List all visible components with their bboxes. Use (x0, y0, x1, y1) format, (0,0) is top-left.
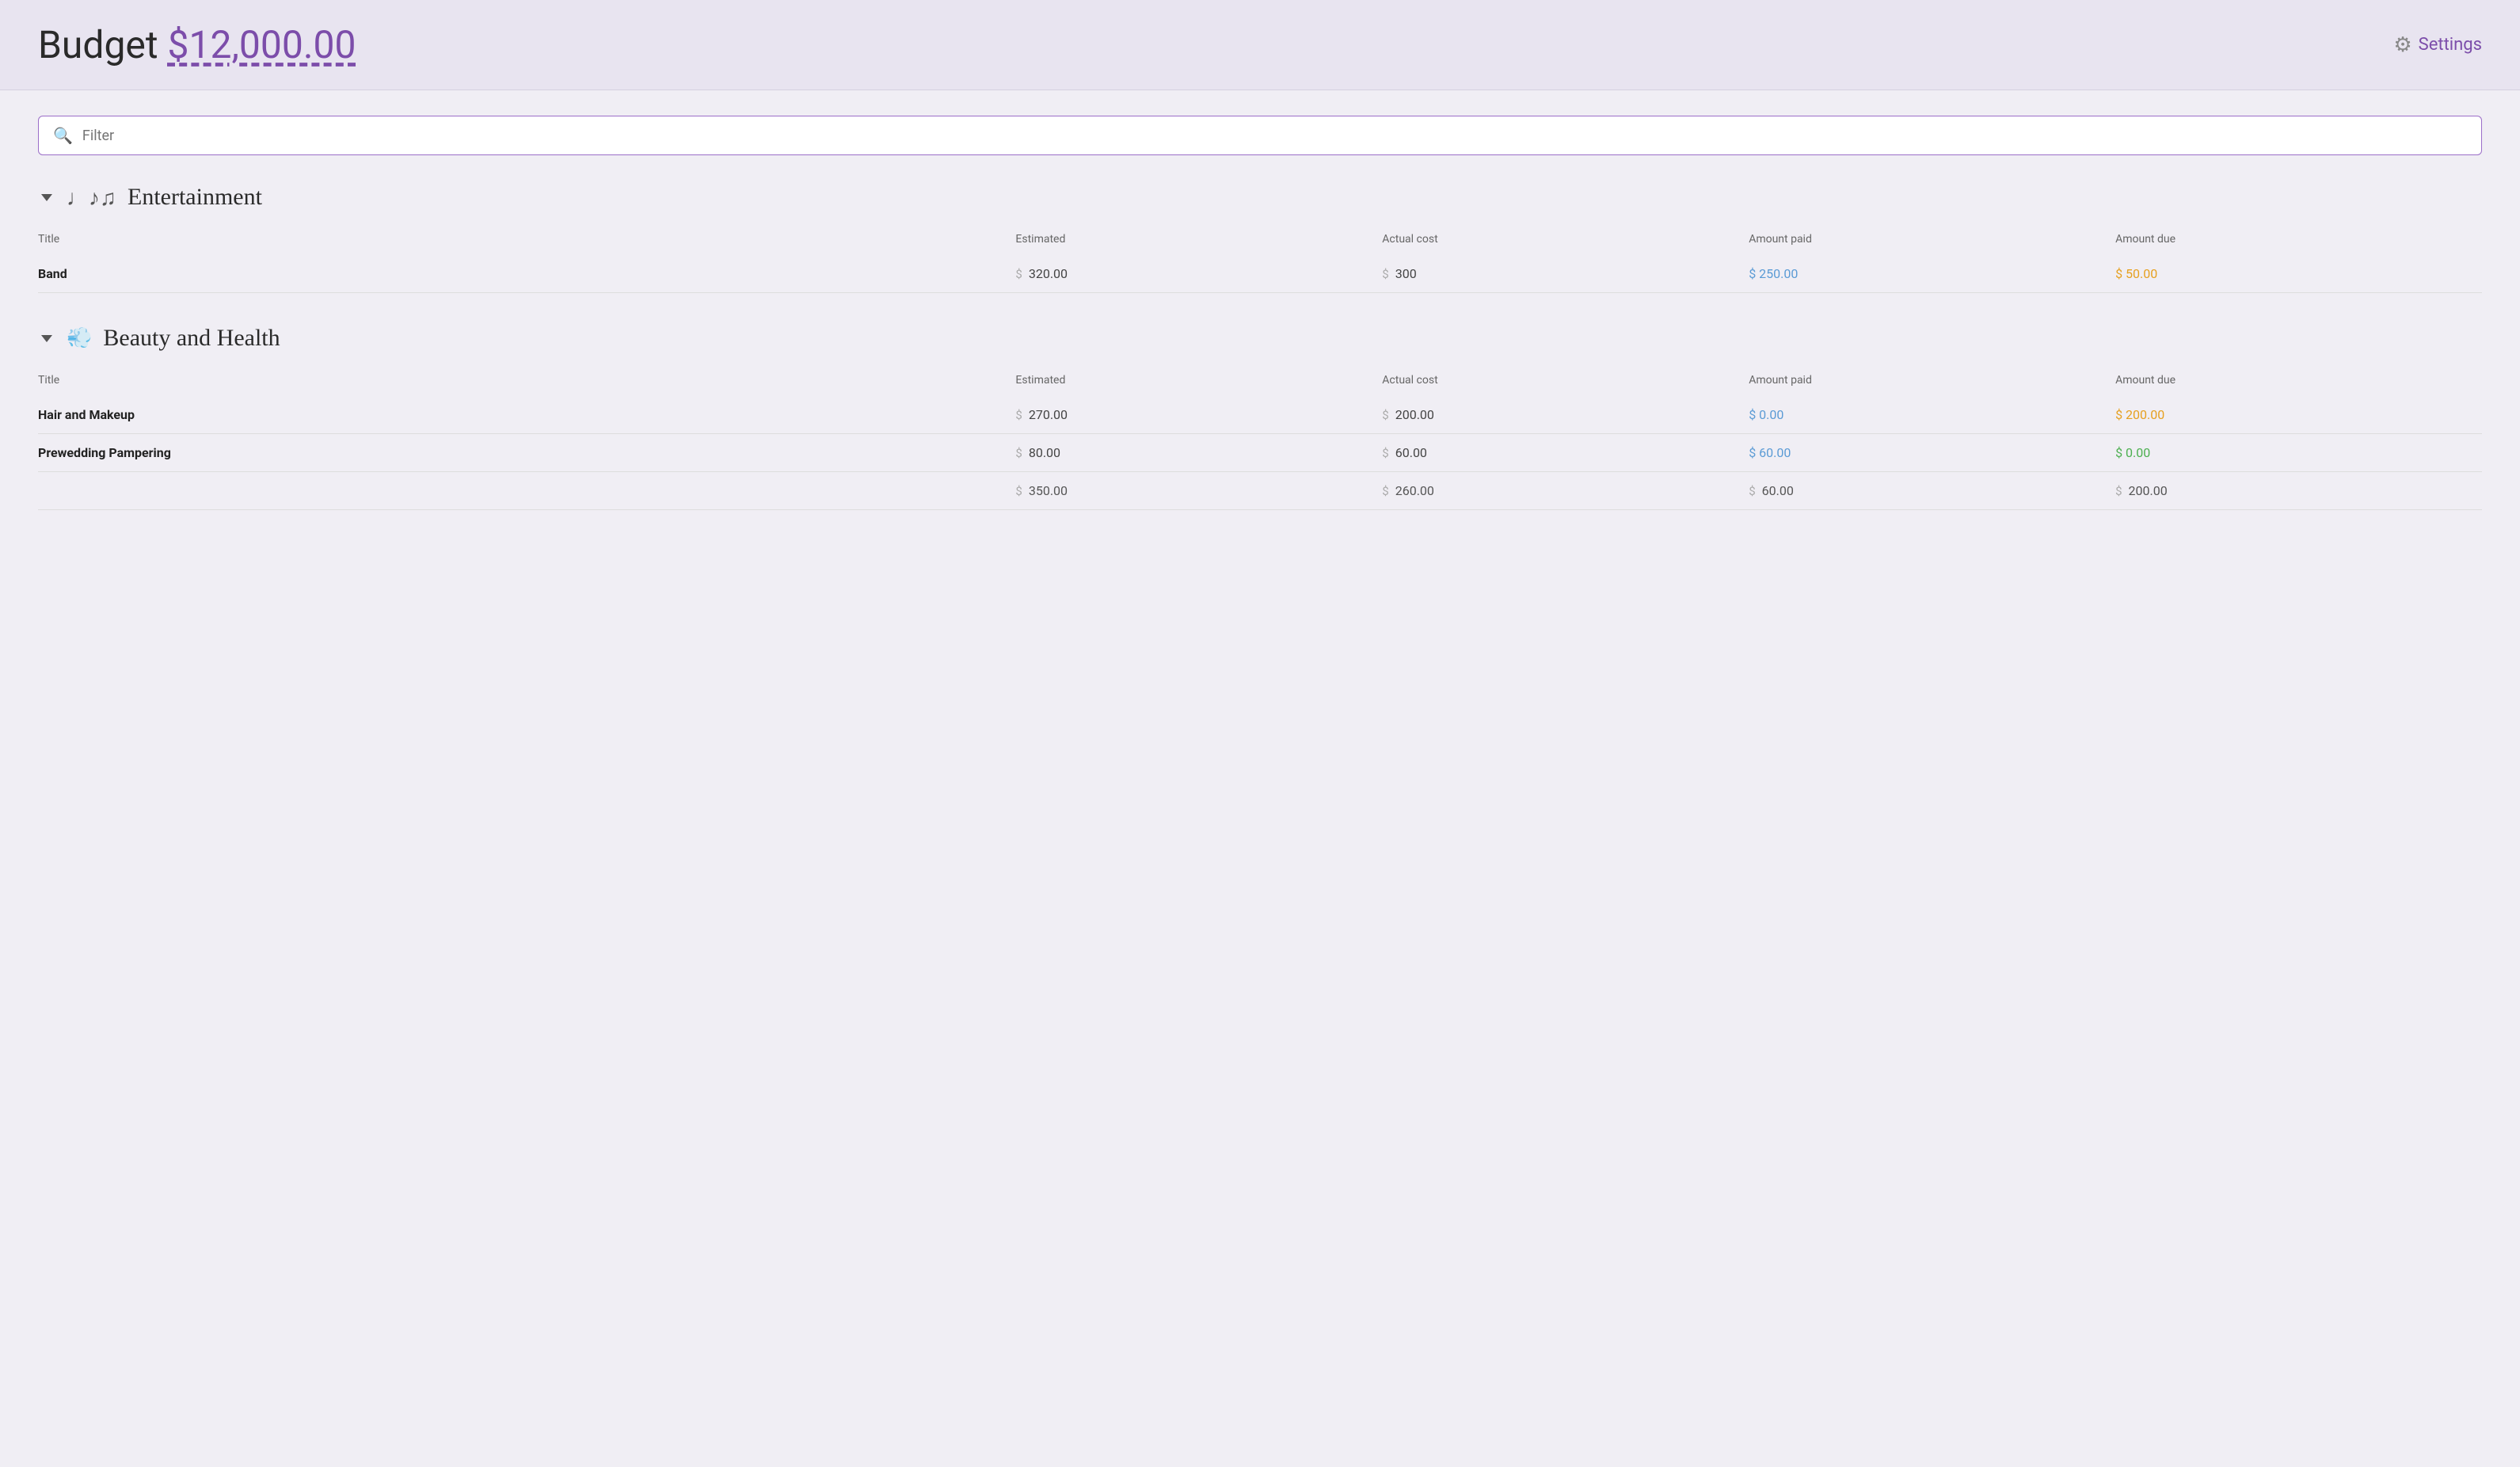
col-amount-due-header: Amount due (2115, 227, 2482, 255)
summary-amount-paid: $ 60.00 (1749, 483, 2106, 498)
col-amount-due-header: Amount due (2115, 368, 2482, 396)
amount-due-value: $ 200.00 (2115, 407, 2164, 422)
item-title: Hair and Makeup (38, 407, 135, 422)
amount-paid-value: $ 60.00 (1749, 445, 1791, 460)
estimated-cell: $ 80.00 (1015, 445, 1372, 460)
filter-bar: 🔍 (38, 116, 2482, 155)
entertainment-section: ♩♪♫ Entertainment Title Estimated Actual… (38, 184, 2482, 293)
estimated-value: 270.00 (1029, 407, 1068, 422)
table-row: Hair and Makeup $ 270.00 $ 200.00 (38, 396, 2482, 434)
budget-title: Budget $12,000.00 (38, 22, 356, 67)
amount-paid-value: $ 0.00 (1749, 407, 1783, 422)
actual-cost-cell: $ 300 (1382, 266, 1739, 281)
item-title: Band (38, 266, 67, 281)
entertainment-header: ♩♪♫ Entertainment (38, 184, 2482, 211)
budget-amount[interactable]: $12,000.00 (168, 22, 356, 67)
entertainment-collapse-button[interactable] (38, 186, 55, 209)
col-title-header: Title (38, 368, 1015, 396)
chevron-down-icon (41, 335, 52, 342)
summary-amount-due-value: 200.00 (2129, 483, 2168, 498)
actual-cost-cell: $ 60.00 (1382, 445, 1739, 460)
beauty-health-table-header-row: Title Estimated Actual cost Amount paid … (38, 368, 2482, 396)
summary-actual-cost-value: 260.00 (1395, 483, 1434, 498)
estimated-value: 80.00 (1029, 445, 1060, 460)
actual-cost-value: 300 (1395, 266, 1417, 281)
page-header: Budget $12,000.00 ⚙ Settings (0, 0, 2520, 90)
beauty-health-title: Beauty and Health (103, 325, 280, 352)
col-estimated-header: Estimated (1015, 368, 1382, 396)
beauty-health-header: 💨 Beauty and Health (38, 325, 2482, 352)
entertainment-icon: ♩♪♫ (67, 185, 116, 211)
budget-label: Budget (38, 22, 158, 67)
summary-actual-cost: $ 260.00 (1382, 483, 1739, 498)
beauty-health-section: 💨 Beauty and Health Title Estimated Actu… (38, 325, 2482, 510)
summary-estimated-value: 350.00 (1029, 483, 1068, 498)
estimated-cell: $ 320.00 (1015, 266, 1372, 281)
amount-paid-value: $ 250.00 (1749, 266, 1798, 281)
entertainment-title: Entertainment (128, 184, 262, 211)
beauty-health-summary-row: $ 350.00 $ 260.00 $ 60.00 (38, 472, 2482, 510)
col-title-header: Title (38, 227, 1015, 255)
table-row: Prewedding Pampering $ 80.00 $ 60.00 (38, 434, 2482, 472)
actual-cost-value: 200.00 (1395, 407, 1434, 422)
estimated-cell: $ 270.00 (1015, 407, 1372, 422)
col-actual-cost-header: Actual cost (1382, 368, 1749, 396)
amount-due-value: $ 50.00 (2115, 266, 2157, 281)
item-title: Prewedding Pampering (38, 445, 171, 460)
actual-cost-value: 60.00 (1395, 445, 1427, 460)
amount-due-value: $ 0.00 (2115, 445, 2150, 460)
beauty-health-table: Title Estimated Actual cost Amount paid … (38, 368, 2482, 510)
filter-input[interactable] (82, 128, 2467, 144)
col-amount-paid-header: Amount paid (1749, 368, 2115, 396)
summary-estimated: $ 350.00 (1015, 483, 1372, 498)
settings-button[interactable]: ⚙ Settings (2393, 33, 2482, 57)
entertainment-table: Title Estimated Actual cost Amount paid … (38, 227, 2482, 293)
col-amount-paid-header: Amount paid (1749, 227, 2115, 255)
summary-amount-paid-value: 60.00 (1762, 483, 1794, 498)
chevron-down-icon (41, 194, 52, 201)
main-content: 🔍 ♩♪♫ Entertainment Title Estimated Actu… (0, 90, 2520, 567)
actual-cost-cell: $ 200.00 (1382, 407, 1739, 422)
entertainment-table-header-row: Title Estimated Actual cost Amount paid … (38, 227, 2482, 255)
col-actual-cost-header: Actual cost (1382, 227, 1749, 255)
beauty-health-icon: 💨 (67, 326, 92, 350)
col-estimated-header: Estimated (1015, 227, 1382, 255)
settings-label: Settings (2419, 35, 2482, 55)
search-icon: 🔍 (53, 126, 73, 145)
gear-icon: ⚙ (2393, 33, 2412, 57)
beauty-health-collapse-button[interactable] (38, 327, 55, 350)
summary-amount-due: $ 200.00 (2115, 483, 2472, 498)
table-row: Band $ 320.00 $ 300 (38, 255, 2482, 293)
estimated-value: 320.00 (1029, 266, 1068, 281)
